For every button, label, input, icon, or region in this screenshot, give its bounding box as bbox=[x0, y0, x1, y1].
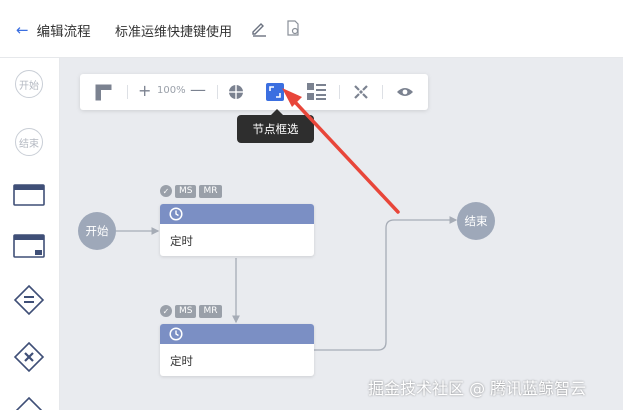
task-header bbox=[160, 204, 314, 224]
preview-eye-icon[interactable] bbox=[396, 85, 414, 99]
reset-position-icon[interactable] bbox=[227, 83, 245, 101]
format-layout-icon[interactable] bbox=[307, 83, 326, 101]
toolbar-divider bbox=[382, 85, 383, 99]
layout-icon[interactable] bbox=[95, 84, 112, 101]
tooltip-text: 节点框选 bbox=[252, 122, 299, 136]
edge-task2-to-end bbox=[314, 216, 458, 351]
end-node[interactable]: 结束 bbox=[457, 202, 495, 240]
start-node[interactable]: 开始 bbox=[78, 212, 116, 250]
check-icon: ✓ bbox=[160, 305, 172, 317]
toolbar-divider bbox=[217, 85, 218, 99]
start-node-label: 开始 bbox=[85, 224, 109, 238]
mr-badge: MR bbox=[199, 304, 222, 318]
task-node[interactable]: 定时 bbox=[160, 204, 314, 256]
task-badges: ✓ MS MR bbox=[160, 184, 225, 198]
toolbar-divider bbox=[339, 85, 340, 99]
canvas-toolbar: + 100% — bbox=[80, 74, 428, 110]
task-node[interactable]: 定时 bbox=[160, 324, 314, 376]
fullscreen-icon[interactable] bbox=[353, 84, 369, 100]
check-icon: ✓ bbox=[160, 185, 172, 197]
zoom-out-icon[interactable]: — bbox=[190, 81, 206, 99]
clock-icon bbox=[169, 327, 183, 341]
ms-badge: MS bbox=[175, 304, 197, 318]
task-badges: ✓ MS MR bbox=[160, 304, 225, 318]
ms-badge: MS bbox=[175, 184, 197, 198]
watermark: 掘金技术社区 @ 腾讯蓝鲸智云 bbox=[368, 379, 587, 398]
node-select-icon[interactable] bbox=[266, 83, 284, 101]
task-label: 定时 bbox=[170, 354, 193, 368]
toolbar-divider bbox=[127, 85, 128, 99]
clock-icon bbox=[169, 207, 183, 221]
end-node-label: 结束 bbox=[464, 214, 488, 228]
toolbar-tooltip: 节点框选 bbox=[237, 115, 314, 143]
zoom-in-icon[interactable]: + bbox=[138, 82, 151, 100]
task-header bbox=[160, 324, 314, 344]
mr-badge: MR bbox=[199, 184, 222, 198]
zoom-level: 100% bbox=[157, 85, 186, 96]
task-label: 定时 bbox=[170, 234, 193, 248]
